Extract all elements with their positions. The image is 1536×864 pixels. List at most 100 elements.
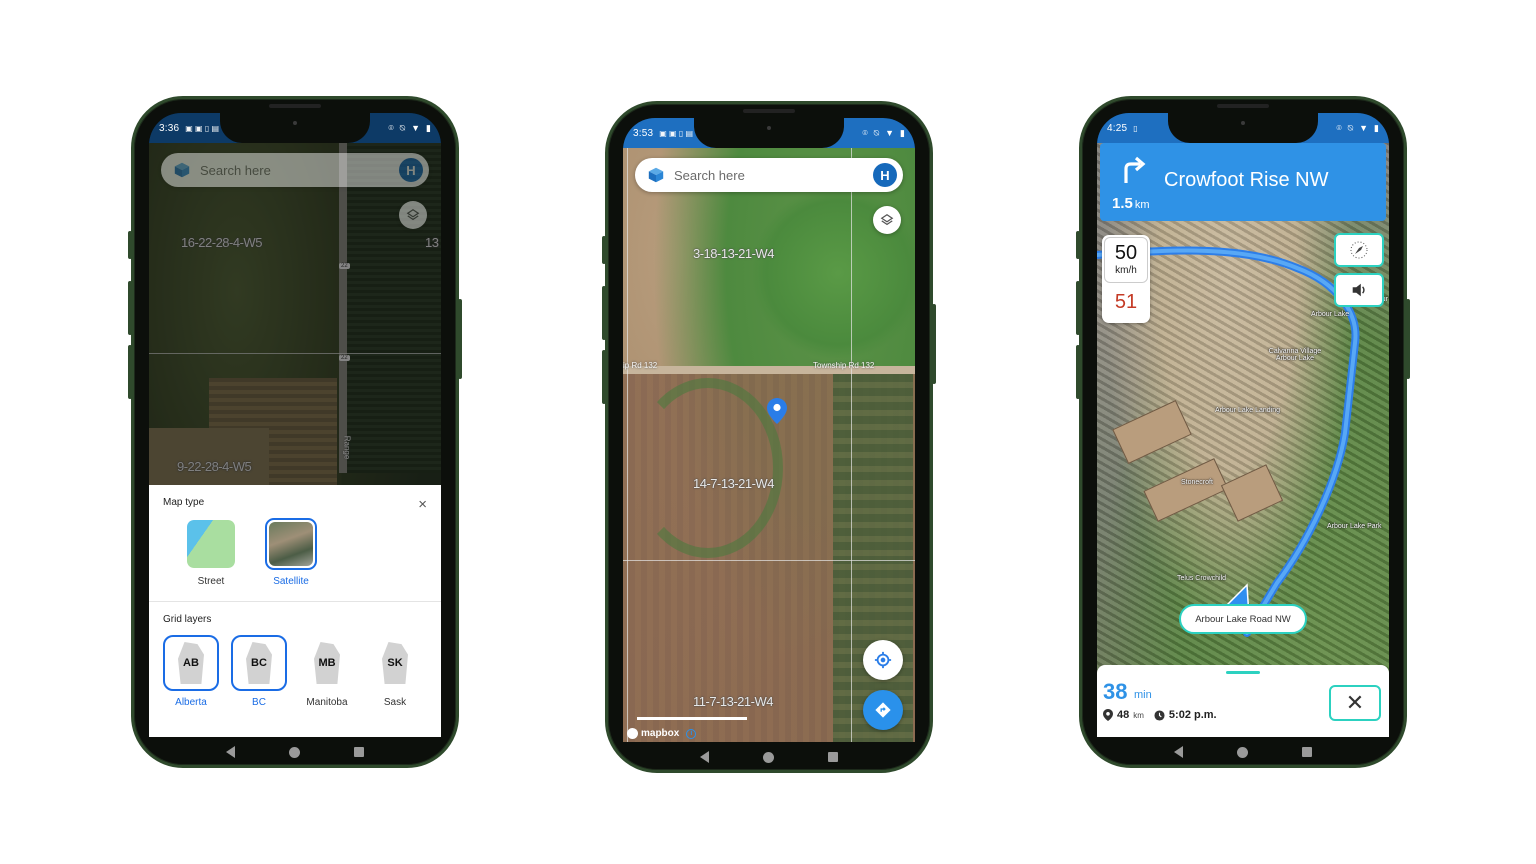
map-type-label: Satellite [273, 576, 309, 587]
province-code: BC [251, 657, 267, 669]
mapbox-attribution[interactable]: mapbox i [627, 728, 697, 739]
map-type-street[interactable]: Street [185, 518, 237, 587]
back-icon[interactable] [1174, 746, 1183, 758]
home-icon[interactable] [289, 746, 300, 758]
close-sheet-button[interactable]: × [418, 497, 427, 512]
divider [149, 601, 441, 602]
location-icon: ⌾ [388, 122, 394, 133]
grid-layer-label: BC [252, 697, 266, 708]
grid-layer-label: Manitoba [306, 697, 348, 708]
grid-line [623, 560, 915, 561]
recents-icon[interactable] [1302, 747, 1312, 757]
recents-icon[interactable] [828, 752, 838, 762]
clock-icon [1154, 709, 1165, 721]
system-icons: ⌾ ⍉ ▼ ▮ [1336, 123, 1379, 134]
poi-label: Arbour Lake Landing [1215, 407, 1280, 414]
side-button [128, 231, 132, 259]
phone-turn-by-turn: 4:25 ▯ ⌾ ⍉ ▼ ▮ Arbour Lake Calvanna Vill… [1076, 96, 1410, 768]
info-icon[interactable]: i [686, 728, 697, 739]
earpiece [1217, 104, 1269, 108]
side-button [1076, 345, 1080, 399]
directions-button[interactable] [863, 690, 903, 730]
back-icon[interactable] [226, 746, 235, 758]
grid-line [627, 148, 628, 742]
sound-toggle-button[interactable] [1334, 273, 1384, 307]
trip-summary-panel[interactable]: 38 min 48 km 5:02 p.m. ✕ [1097, 665, 1389, 737]
search-bar[interactable]: Search here H [161, 153, 429, 187]
speed-limit-unit: km/h [1115, 265, 1137, 276]
location-pin-icon[interactable] [767, 398, 787, 424]
grid-layer-alberta[interactable]: AB Alberta [163, 635, 219, 708]
side-button [1076, 231, 1080, 259]
home-icon[interactable] [1237, 746, 1248, 758]
phone-satellite-map: 3:53 ▣ ▣ ▯ ▤ ⌾ ⍉ ▼ ▮ ip Rd 132 Township … [602, 101, 936, 773]
side-button [458, 299, 462, 379]
account-avatar[interactable]: H [399, 158, 423, 182]
recents-icon[interactable] [354, 747, 364, 757]
system-icons: ⌾ ⍉ ▼ ▮ [388, 123, 431, 134]
battery-icon: ▮ [1374, 122, 1379, 133]
compass-icon [1350, 241, 1368, 259]
status-time: 3:53 [633, 127, 654, 139]
province-code: MB [318, 657, 336, 669]
location-icon: ⌾ [862, 127, 868, 138]
grid-layer-sask[interactable]: SK Sask [367, 635, 423, 708]
side-button [932, 304, 936, 384]
drag-handle[interactable] [1226, 671, 1260, 674]
screen: 3:53 ▣ ▣ ▯ ▤ ⌾ ⍉ ▼ ▮ ip Rd 132 Township … [623, 118, 915, 742]
map-type-satellite[interactable]: Satellite [265, 518, 317, 587]
street-thumbnail [185, 518, 237, 570]
road-label: ip Rd 132 [623, 361, 658, 370]
map-type-options: Street Satellite [185, 518, 427, 587]
poi-label: Stonecroft [1181, 479, 1213, 486]
grid-layer-bc[interactable]: BC BC [231, 635, 287, 708]
my-location-button[interactable] [863, 640, 903, 680]
side-button [1406, 299, 1410, 379]
map-type-label: Street [197, 576, 225, 587]
road-label: Township Rd 132 [813, 361, 875, 370]
location-pin-icon [1103, 709, 1113, 721]
search-input[interactable]: Search here [200, 163, 399, 178]
front-camera [1241, 121, 1245, 125]
mute-icon: ⍉ [873, 127, 880, 138]
search-bar[interactable]: Search here H [635, 158, 903, 192]
trip-distance-unit: km [1133, 710, 1144, 720]
province-code: AB [183, 657, 199, 669]
end-navigation-button[interactable]: ✕ [1329, 685, 1381, 721]
wifi-icon: ▼ [1359, 123, 1369, 133]
satellite-map[interactable]: ip Rd 132 Township Rd 132 3-18-13-21-W4 … [623, 148, 915, 742]
grid-layer-manitoba[interactable]: MB Manitoba [299, 635, 355, 708]
notification-icons: ▯ [1133, 123, 1138, 133]
map-type-title: Map type [163, 497, 205, 508]
side-button [602, 350, 606, 404]
grid-line [851, 148, 852, 742]
crosshair-icon [874, 651, 892, 669]
notch [1168, 113, 1318, 143]
satellite-map[interactable]: 22 22 16-22-28-4-W5 13 9-22-28-4-W5 Rang… [149, 143, 441, 737]
satellite-thumbnail [265, 518, 317, 570]
side-button [1076, 281, 1080, 335]
trip-duration: 38 [1103, 679, 1128, 704]
map-options-sheet: Map type × Street Satellite Grid layers … [149, 485, 441, 737]
grid-layer-options: AB Alberta BC BC MB Manitoba SK Sask [163, 635, 427, 708]
speed-limit-sign: 50 km/h [1104, 237, 1148, 283]
back-icon[interactable] [700, 751, 709, 763]
layers-icon [406, 209, 420, 221]
grid-layer-label: Alberta [175, 697, 207, 708]
account-avatar[interactable]: H [873, 163, 897, 187]
poi-label: Arbour Lake [1311, 311, 1350, 318]
mute-icon: ⍉ [1347, 122, 1354, 133]
layers-button[interactable] [399, 201, 427, 229]
parcel-label: 11-7-13-21-W4 [693, 694, 773, 709]
recenter-compass-button[interactable] [1334, 233, 1384, 267]
speed-panel: 50 km/h 51 [1102, 235, 1150, 323]
search-input[interactable]: Search here [674, 168, 873, 183]
front-camera [767, 126, 771, 130]
navigation-map[interactable]: Arbour Lake Calvanna Village Arbour Lake… [1097, 143, 1389, 737]
layers-button[interactable] [873, 206, 901, 234]
app-logo-icon [648, 167, 664, 183]
grid-layer-label: Sask [383, 697, 407, 708]
earpiece [743, 109, 795, 113]
maneuver-banner[interactable]: 1.5 km Crowfoot Rise NW [1100, 143, 1386, 221]
home-icon[interactable] [763, 751, 774, 763]
